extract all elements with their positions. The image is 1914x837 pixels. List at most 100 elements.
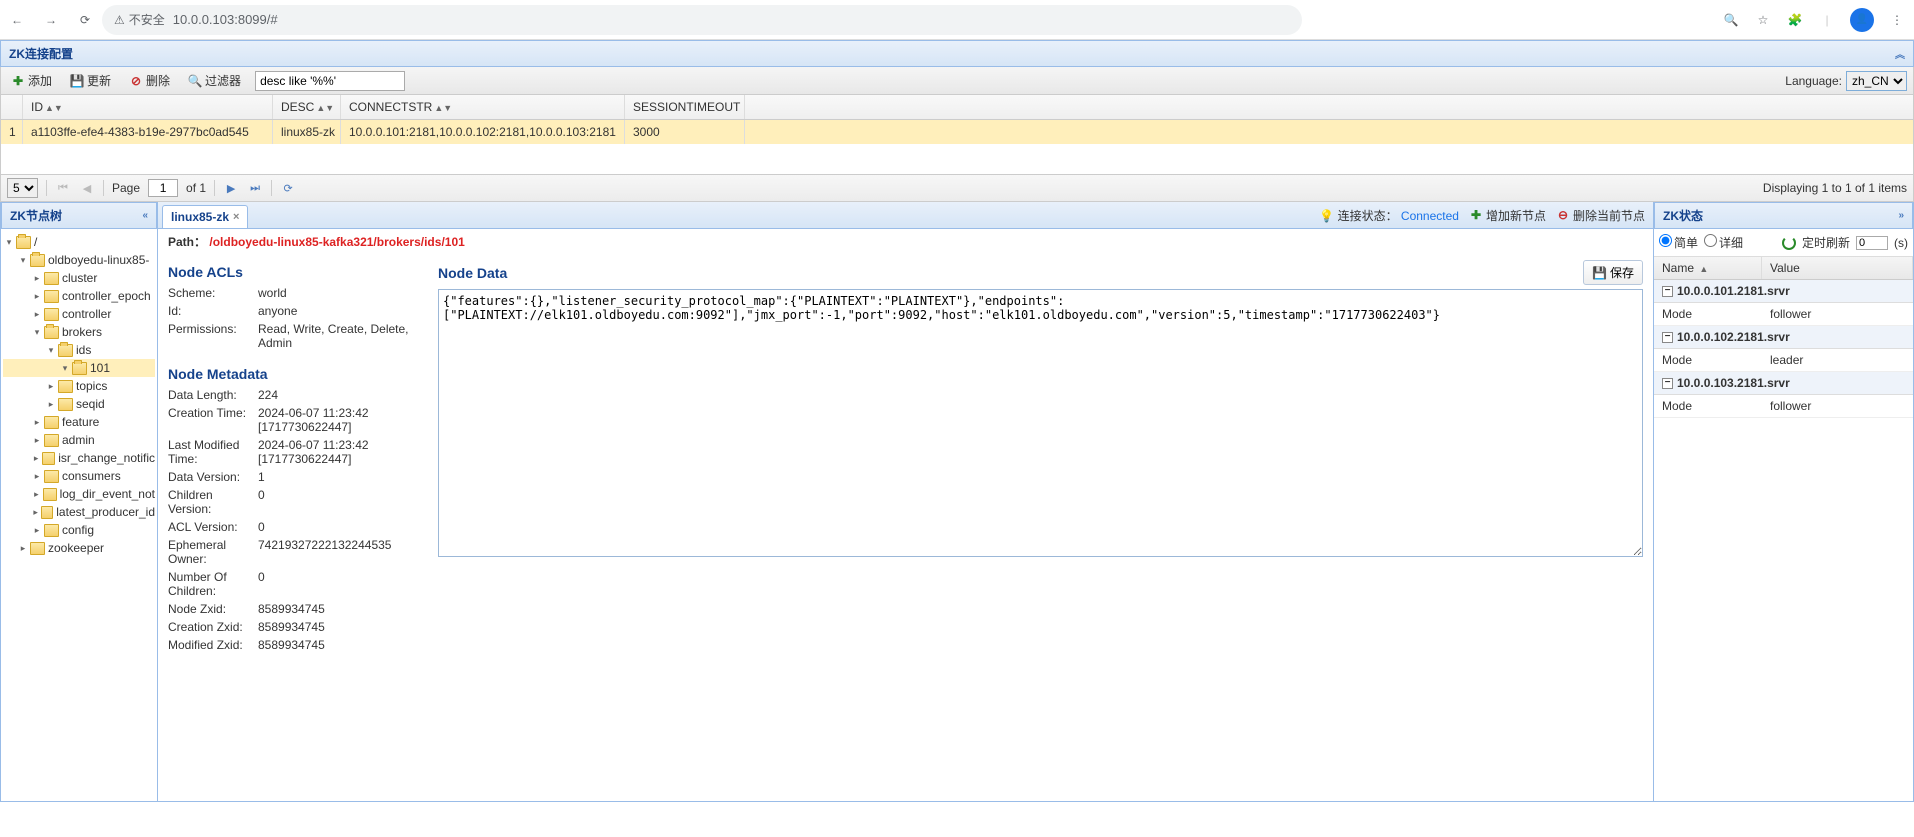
tree-node[interactable]: ▸config (3, 521, 155, 539)
tree-node[interactable]: ▸cluster (3, 269, 155, 287)
col-name[interactable]: Name (1662, 261, 1694, 275)
detail-label: 详细 (1719, 236, 1743, 250)
toggle-icon[interactable]: ▸ (31, 309, 43, 320)
tree-node[interactable]: ▸admin (3, 431, 155, 449)
meta-key: Data Length: (168, 388, 258, 402)
save-label: 保存 (1610, 264, 1634, 281)
toggle-icon[interactable]: ▸ (31, 471, 43, 482)
reload-icon[interactable]: ⟳ (76, 11, 94, 29)
url-bar[interactable]: ⚠ 不安全 10.0.0.103:8099/# (102, 5, 1302, 35)
tree-node[interactable]: ▸controller_epoch (3, 287, 155, 305)
filter-button[interactable]: 🔍 过滤器 (184, 70, 245, 91)
next-page-icon[interactable]: ▶ (223, 180, 239, 196)
meta-key: Scheme: (168, 286, 258, 300)
refresh-icon[interactable]: ⟳ (280, 180, 296, 196)
collapse-up-icon[interactable]: ︽ (1895, 46, 1905, 61)
status-header: ZK状态 » (1654, 202, 1913, 229)
page-input[interactable] (148, 179, 178, 197)
collapse-icon[interactable]: − (1662, 378, 1673, 389)
toggle-icon[interactable]: ▾ (59, 363, 71, 374)
zoom-icon[interactable]: 🔍 (1722, 11, 1740, 29)
collapse-icon[interactable]: − (1662, 286, 1673, 297)
toggle-icon[interactable]: ▾ (3, 237, 15, 248)
toggle-icon[interactable]: ▸ (45, 399, 57, 410)
toggle-icon[interactable]: ▸ (31, 453, 41, 464)
tree-node[interactable]: ▸controller (3, 305, 155, 323)
mode-detail-radio[interactable]: 详细 (1704, 234, 1743, 251)
toggle-icon[interactable]: ▸ (31, 291, 43, 302)
forward-icon[interactable]: → (42, 11, 60, 29)
star-icon[interactable]: ☆ (1754, 11, 1772, 29)
first-page-icon[interactable]: ⏮ (55, 180, 71, 196)
delete-node-button[interactable]: ⊖ 删除当前节点 (1556, 207, 1645, 224)
table-row[interactable]: 1 a1103ffe-efe4-4383-b19e-2977bc0ad545 l… (1, 120, 1913, 144)
interval-input[interactable] (1856, 236, 1888, 250)
toggle-icon[interactable]: ▸ (31, 435, 43, 446)
tree-node[interactable]: ▸isr_change_notific (3, 449, 155, 467)
tree-node[interactable]: ▸latest_producer_id (3, 503, 155, 521)
plus-icon: ✚ (1469, 208, 1483, 222)
tree-node-selected[interactable]: ▾101 (3, 359, 155, 377)
tree-node[interactable]: ▸seqid (3, 395, 155, 413)
mode-simple-radio[interactable]: 简单 (1659, 234, 1698, 251)
zk-config-header: ZK连接配置 ︽ (0, 40, 1914, 67)
simple-label: 简单 (1674, 236, 1698, 250)
toggle-icon[interactable]: ▸ (31, 489, 42, 500)
col-connectstr[interactable]: CONNECTSTR▲▼ (341, 95, 625, 119)
collapse-right-icon[interactable]: » (1898, 210, 1904, 221)
toggle-icon[interactable]: ▸ (31, 417, 43, 428)
tree-node[interactable]: ▾ids (3, 341, 155, 359)
folder-icon (44, 272, 59, 285)
profile-icon[interactable]: 👤 (1850, 8, 1874, 32)
add-node-button[interactable]: ✚ 增加新节点 (1469, 207, 1546, 224)
tree-node[interactable]: ▾brokers (3, 323, 155, 341)
collapse-icon[interactable]: − (1662, 332, 1673, 343)
col-sessiontimeout[interactable]: SESSIONTIMEOUT▲▼ (625, 95, 745, 119)
meta-key: Node Zxid: (168, 602, 258, 616)
add-node-label: 增加新节点 (1486, 207, 1546, 224)
prev-page-icon[interactable]: ◀ (79, 180, 95, 196)
last-page-icon[interactable]: ⏭ (247, 180, 263, 196)
tree-root[interactable]: ▾/ (3, 233, 155, 251)
folder-icon (42, 452, 55, 465)
toggle-icon[interactable]: ▾ (45, 345, 57, 356)
prop-value: leader (1762, 349, 1913, 371)
add-button[interactable]: ✚ 添加 (7, 70, 56, 91)
collapse-left-icon[interactable]: « (142, 210, 148, 221)
cell-connectstr: 10.0.0.101:2181,10.0.0.102:2181,10.0.0.1… (341, 120, 625, 144)
prop-group[interactable]: −10.0.0.102.2181.srvr (1654, 326, 1913, 349)
prop-key: Mode (1654, 303, 1762, 325)
tree-node[interactable]: ▸zookeeper (3, 539, 155, 557)
meta-key: Ephemeral Owner: (168, 538, 258, 566)
tree-node[interactable]: ▸consumers (3, 467, 155, 485)
tree-node[interactable]: ▸topics (3, 377, 155, 395)
language-select[interactable]: zh_CN (1846, 71, 1907, 91)
toggle-icon[interactable]: ▸ (31, 273, 43, 284)
tab-active[interactable]: linux85-zk × (162, 205, 248, 228)
delete-button[interactable]: ⊘ 删除 (125, 70, 174, 91)
tree-node[interactable]: ▸feature (3, 413, 155, 431)
col-desc[interactable]: DESC▲▼ (273, 95, 341, 119)
col-id[interactable]: ID▲▼ (23, 95, 273, 119)
meta-value: 1 (258, 470, 418, 484)
toggle-icon[interactable]: ▸ (45, 381, 57, 392)
node-data-textarea[interactable] (438, 289, 1643, 557)
update-button[interactable]: 💾 更新 (66, 70, 115, 91)
toggle-icon[interactable]: ▾ (17, 255, 29, 266)
col-value[interactable]: Value (1762, 257, 1913, 279)
toggle-icon[interactable]: ▸ (31, 525, 43, 536)
back-icon[interactable]: ← (8, 11, 26, 29)
toggle-icon[interactable]: ▸ (17, 543, 29, 554)
menu-icon[interactable]: ⋮ (1888, 11, 1906, 29)
extensions-icon[interactable]: 🧩 (1786, 11, 1804, 29)
tree-node[interactable]: ▾oldboyedu-linux85- (3, 251, 155, 269)
prop-group[interactable]: −10.0.0.101.2181.srvr (1654, 280, 1913, 303)
prop-group[interactable]: −10.0.0.103.2181.srvr (1654, 372, 1913, 395)
filter-input[interactable] (255, 71, 405, 91)
save-button[interactable]: 💾 保存 (1583, 260, 1643, 285)
tree-node[interactable]: ▸log_dir_event_not (3, 485, 155, 503)
toggle-icon[interactable]: ▾ (31, 327, 43, 338)
close-icon[interactable]: × (233, 211, 239, 223)
page-size-select[interactable]: 5 (7, 178, 38, 198)
toggle-icon[interactable]: ▸ (31, 507, 40, 518)
